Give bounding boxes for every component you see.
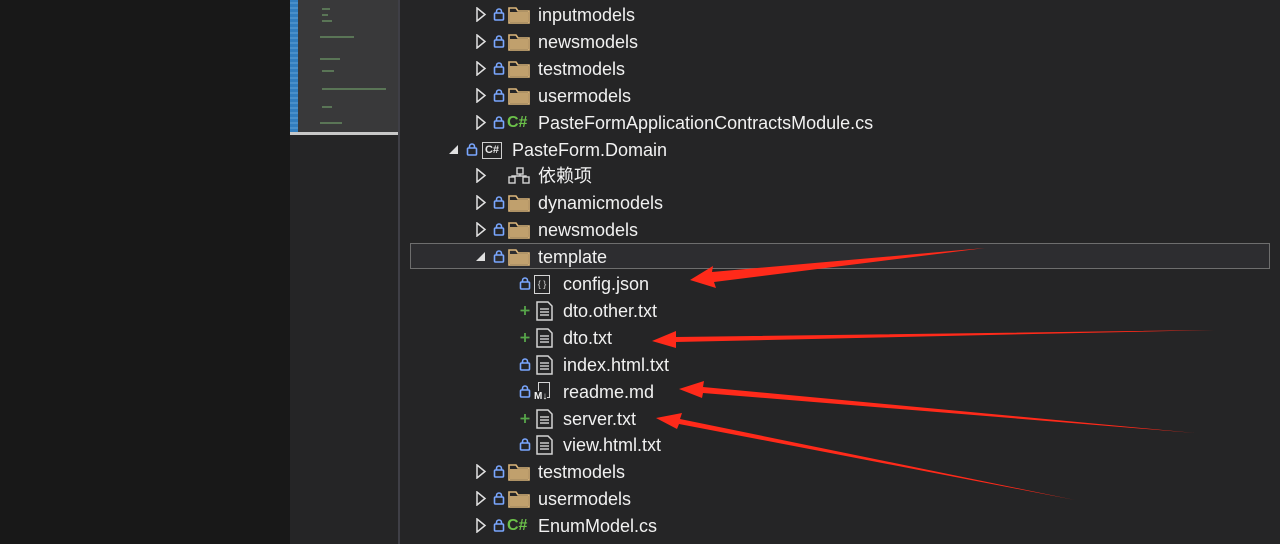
folder-icon xyxy=(507,220,531,240)
text-file-icon xyxy=(534,435,558,456)
tree-item-label: newsmodels xyxy=(538,31,639,52)
folder-icon xyxy=(507,193,531,213)
lock-icon xyxy=(493,88,505,103)
tree-row[interactable]: C# PasteForm.Domain xyxy=(400,136,1280,163)
tree-row[interactable]: dto.txt xyxy=(400,324,1280,351)
tree-item-label: view.html.txt xyxy=(563,435,662,456)
text-file-icon xyxy=(534,301,558,321)
tree-row[interactable]: index.html.txt xyxy=(400,351,1280,378)
dependencies-icon xyxy=(507,166,531,186)
lock-icon xyxy=(493,195,505,210)
tree-row[interactable]: { } config.json xyxy=(400,270,1280,297)
tree-item-label: index.html.txt xyxy=(563,354,670,375)
lock-icon xyxy=(493,249,505,264)
lock-icon xyxy=(493,464,505,479)
collapsed-chevron-icon[interactable] xyxy=(474,490,488,507)
lock-icon xyxy=(519,437,531,452)
tree-item-label: EnumModel.cs xyxy=(538,516,658,537)
tree-item-label: 依赖项 xyxy=(538,166,592,187)
tree-item-label: PasteFormApplicationContractsModule.cs xyxy=(538,112,874,133)
collapsed-chevron-icon[interactable] xyxy=(474,114,488,131)
csharp-project-icon: C# xyxy=(482,140,506,160)
collapsed-chevron-icon[interactable] xyxy=(474,60,488,77)
tree-item-label: config.json xyxy=(563,274,650,294)
tree-row[interactable]: testmodels xyxy=(400,458,1280,485)
lock-icon xyxy=(493,61,505,76)
lock-icon xyxy=(466,142,478,157)
text-file-icon xyxy=(534,328,558,348)
collapsed-chevron-icon[interactable] xyxy=(474,33,488,50)
lock-icon xyxy=(519,276,531,291)
lock-icon xyxy=(519,384,531,399)
code-minimap[interactable] xyxy=(290,0,398,544)
tree-row[interactable]: newsmodels xyxy=(400,28,1280,55)
folder-icon xyxy=(507,5,531,25)
tree-item-label: usermodels xyxy=(538,489,632,510)
minimap-viewport[interactable] xyxy=(290,0,398,135)
lock-icon xyxy=(493,518,505,533)
expanded-chevron-icon[interactable] xyxy=(474,249,488,264)
tree-row[interactable]: M↓ readme.md xyxy=(400,378,1280,405)
tree-row[interactable]: C# PasteFormApplicationContractsModule.cs xyxy=(400,109,1280,136)
lock-icon xyxy=(493,491,505,506)
collapsed-chevron-icon[interactable] xyxy=(474,167,488,184)
collapsed-chevron-icon[interactable] xyxy=(474,194,488,211)
tree-item-label: dto.txt xyxy=(563,327,613,348)
tree-row[interactable]: template xyxy=(400,243,1280,270)
markdown-file-icon: M↓ xyxy=(534,381,558,402)
collapsed-chevron-icon[interactable] xyxy=(474,87,488,104)
tree-row[interactable]: inputmodels xyxy=(400,1,1280,28)
json-file-icon: { } xyxy=(534,274,558,294)
collapsed-chevron-icon[interactable] xyxy=(474,463,488,480)
tree-item-label: dynamicmodels xyxy=(538,193,664,214)
plus-icon xyxy=(519,330,531,345)
text-file-icon xyxy=(534,354,558,375)
tree-row[interactable]: view.html.txt xyxy=(400,431,1280,458)
collapsed-chevron-icon[interactable] xyxy=(474,517,488,534)
editor-gutter xyxy=(0,0,290,544)
tree-item-label: dto.other.txt xyxy=(563,300,658,321)
tree-item-label: template xyxy=(538,247,608,268)
tree-item-label: readme.md xyxy=(563,381,655,402)
lock-icon xyxy=(493,222,505,237)
folder-icon xyxy=(507,32,531,52)
folder-icon xyxy=(507,247,531,267)
tree-item-label: newsmodels xyxy=(538,220,639,241)
tree-item-label: PasteForm.Domain xyxy=(512,139,668,160)
tree-row[interactable]: usermodels xyxy=(400,485,1280,512)
folder-icon xyxy=(507,489,531,509)
lock-icon xyxy=(519,357,531,372)
tree-row[interactable]: 依赖项 xyxy=(400,162,1280,189)
tree-item-label: server.txt xyxy=(563,408,637,429)
text-file-icon xyxy=(534,408,558,429)
csharp-file-icon: C# xyxy=(507,517,528,535)
tree-item-label: testmodels xyxy=(538,462,626,483)
tree-row[interactable]: testmodels xyxy=(400,55,1280,82)
plus-icon xyxy=(519,303,531,318)
folder-icon xyxy=(507,59,531,79)
collapsed-chevron-icon[interactable] xyxy=(474,6,488,23)
collapsed-chevron-icon[interactable] xyxy=(474,221,488,238)
expanded-chevron-icon[interactable] xyxy=(447,142,461,157)
csharp-file-icon: C# xyxy=(507,113,528,131)
tree-item-label: inputmodels xyxy=(538,5,636,25)
tree-row[interactable]: usermodels xyxy=(400,82,1280,109)
tree-row[interactable]: server.txt xyxy=(400,405,1280,432)
tree-row[interactable]: newsmodels xyxy=(400,216,1280,243)
folder-icon xyxy=(507,86,531,106)
solution-explorer-tree: inputmodels newsmodels testmodels usermodel… xyxy=(400,0,1280,544)
tree-row[interactable]: dto.other.txt xyxy=(400,297,1280,324)
lock-icon xyxy=(493,115,505,130)
tree-item-label: testmodels xyxy=(538,58,626,79)
lock-icon xyxy=(493,34,505,49)
tree-row[interactable]: C# EnumModel.cs xyxy=(400,512,1280,539)
lock-icon xyxy=(493,7,505,22)
tree-item-label: usermodels xyxy=(538,85,632,106)
plus-icon xyxy=(519,411,531,426)
folder-icon xyxy=(507,462,531,482)
tree-row[interactable]: dynamicmodels xyxy=(400,189,1280,216)
